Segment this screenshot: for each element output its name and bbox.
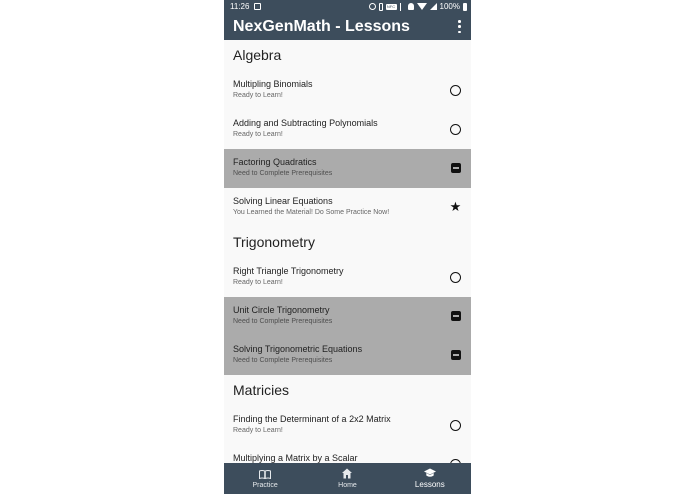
lesson-status-text: Need to Complete Prerequisites (233, 357, 333, 364)
lessons-list[interactable]: Algebra Multipling Binomials Ready to Le… (224, 40, 471, 463)
app-bar: NexGenMath - Lessons (224, 13, 471, 40)
home-icon (342, 468, 353, 479)
lesson-status-text: Ready to Learn! (233, 131, 283, 138)
signal-icon (429, 3, 437, 10)
wifi-icon (416, 3, 427, 10)
alarm-icon (368, 3, 376, 10)
status-time: 11:26 (230, 2, 250, 11)
lesson-item[interactable]: Solving Linear Equations You Learned the… (224, 188, 471, 227)
lesson-status-text: Need to Complete Prerequisites (233, 318, 333, 325)
nav-practice-label: Practice (252, 482, 278, 489)
section-header-algebra: Algebra (224, 40, 471, 71)
lesson-title: Solving Trigonometric Equations (233, 344, 363, 354)
ready-circle-icon (450, 420, 461, 431)
lesson-item[interactable]: Right Triangle Trigonometry Ready to Lea… (224, 258, 471, 297)
nav-practice[interactable]: Practice (224, 463, 306, 494)
ready-circle-icon (450, 272, 461, 283)
lesson-title: Right Triangle Trigonometry (233, 266, 344, 276)
nav-lessons[interactable]: Lessons (389, 463, 471, 494)
locked-minus-icon (451, 311, 461, 321)
lesson-title: Finding the Determinant of a 2x2 Matrix (233, 414, 391, 424)
lesson-title: Multipling Binomials (233, 79, 313, 89)
lesson-status-text: You Learned the Material! Do Some Practi… (233, 209, 390, 216)
locked-minus-icon (451, 163, 461, 173)
ready-circle-icon (450, 124, 461, 135)
image-notification-icon (254, 3, 261, 10)
lesson-item-locked[interactable]: Unit Circle Trigonometry Need to Complet… (224, 297, 471, 336)
lesson-title: Factoring Quadratics (233, 157, 317, 167)
lesson-status-text: Ready to Learn! (233, 92, 283, 99)
lesson-item[interactable]: Multiplying a Matrix by a Scalar (224, 445, 471, 463)
school-icon (423, 468, 436, 477)
lesson-status-text: Need to Complete Prerequisites (233, 170, 333, 177)
book-icon (259, 470, 272, 479)
bluetooth-icon (399, 2, 405, 11)
lesson-item[interactable]: Adding and Subtracting Polynomials Ready… (224, 110, 471, 149)
nav-home-label: Home (338, 482, 357, 489)
lesson-status-text: Ready to Learn! (233, 279, 283, 286)
section-header-trigonometry: Trigonometry (224, 227, 471, 258)
battery-icon (463, 2, 467, 11)
status-bar: 11:26 NFC 100% (224, 0, 471, 13)
lesson-title: Multiplying a Matrix by a Scalar (233, 453, 358, 463)
lesson-item-locked[interactable]: Factoring Quadratics Need to Complete Pr… (224, 149, 471, 188)
nav-lessons-label: Lessons (414, 480, 445, 489)
battery-percent: 100% (439, 2, 460, 11)
locked-minus-icon (451, 350, 461, 360)
phone-icon (378, 2, 383, 11)
lesson-item[interactable]: Multipling Binomials Ready to Learn! (224, 71, 471, 110)
status-icons: NFC 100% (368, 0, 467, 13)
lesson-title: Adding and Subtracting Polynomials (233, 118, 378, 128)
star-icon: ★ (449, 199, 462, 214)
section-header-matricies: Matricies (224, 375, 471, 406)
mute-bell-icon (407, 3, 414, 10)
nav-home[interactable]: Home (306, 463, 388, 494)
phone-screen: 11:26 NFC 100% NexGenMath - Lessons Alge… (224, 0, 471, 494)
lesson-status-text: Ready to Learn! (233, 427, 283, 434)
bottom-navigation: Practice Home Lessons (224, 463, 471, 494)
overflow-menu-icon[interactable] (458, 20, 461, 33)
lesson-title: Unit Circle Trigonometry (233, 305, 330, 315)
lesson-item[interactable]: Finding the Determinant of a 2x2 Matrix … (224, 406, 471, 445)
page-title: NexGenMath - Lessons (233, 18, 410, 35)
lesson-item-locked[interactable]: Solving Trigonometric Equations Need to … (224, 336, 471, 375)
nfc-icon: NFC (385, 3, 397, 10)
lesson-title: Solving Linear Equations (233, 196, 333, 206)
ready-circle-icon (450, 85, 461, 96)
